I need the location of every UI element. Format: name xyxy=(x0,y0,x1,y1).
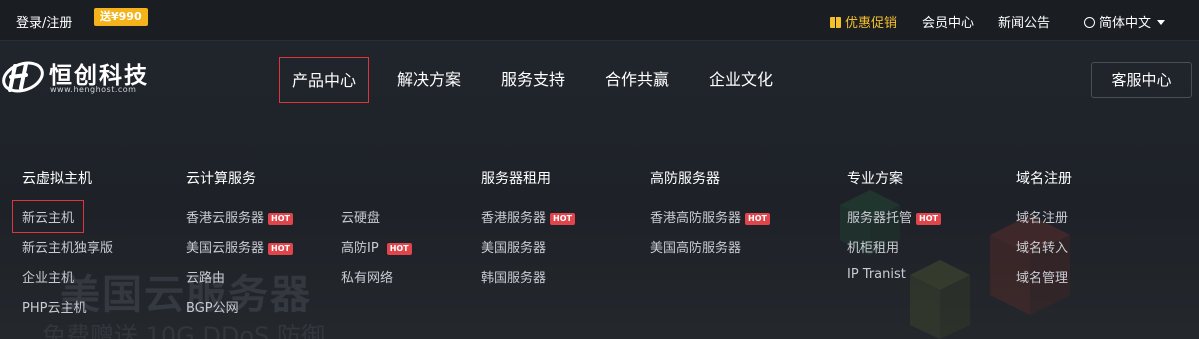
menu-link-cloud-disk[interactable]: 云硬盘 xyxy=(341,207,380,226)
hot-badge: HOT xyxy=(916,213,941,225)
menu-link-domain-manage[interactable]: 域名管理 xyxy=(1016,267,1068,286)
top-utility-bar: 登录/注册 送¥990 优惠促销 会员中心 新闻公告 简体中文 xyxy=(0,0,1199,41)
menu-link-new-cloud-host[interactable]: 新云主机 xyxy=(12,200,85,233)
products-mega-menu: 云虚拟主机 新云主机 新云主机独享版 企业主机 PHP云主机 云计算服务 香港云… xyxy=(0,160,1199,339)
column-title: 云计算服务 xyxy=(186,171,256,187)
language-label: 简体中文 xyxy=(1099,16,1152,31)
customer-service-button[interactable]: 客服中心 xyxy=(1091,62,1192,98)
menu-link-domain-register[interactable]: 域名注册 xyxy=(1016,207,1068,226)
column-title: 域名注册 xyxy=(1016,171,1072,187)
hot-badge: HOT xyxy=(745,213,770,225)
column-title: 云虚拟主机 xyxy=(22,171,92,187)
menu-link-bgp-network[interactable]: BGP公网 xyxy=(186,297,239,316)
menu-link-label: 高防IP xyxy=(341,241,379,256)
menu-link-domain-transfer[interactable]: 域名转入 xyxy=(1016,237,1068,256)
column-title: 高防服务器 xyxy=(650,171,720,187)
member-center-link[interactable]: 会员中心 xyxy=(922,12,974,31)
menu-link-ip-transit[interactable]: IP Tranist xyxy=(847,267,906,282)
menu-link-private-network[interactable]: 私有网络 xyxy=(341,267,393,286)
column-title: 专业方案 xyxy=(847,171,903,187)
menu-link-us-ddos-server[interactable]: 美国高防服务器 xyxy=(650,237,741,256)
page-root: 美国云服务器 免费赠送 10G DDoS 防御 登录/注册 送¥990 优惠促销… xyxy=(0,0,1199,339)
news-link[interactable]: 新闻公告 xyxy=(998,12,1050,31)
menu-link-enterprise-host[interactable]: 企业主机 xyxy=(22,267,74,286)
menu-link-label: 美国云服务器 xyxy=(186,241,265,256)
hot-badge: HOT xyxy=(268,213,293,225)
menu-link-cabinet-rental[interactable]: 机柜租用 xyxy=(847,237,899,256)
nav-partnership[interactable]: 合作共赢 xyxy=(605,57,669,103)
hot-badge: HOT xyxy=(550,213,575,225)
menu-link-label: 服务器托管 xyxy=(847,211,913,226)
column-title: 服务器租用 xyxy=(481,171,551,187)
menu-link-us-server[interactable]: 美国服务器 xyxy=(481,237,546,256)
nav-culture[interactable]: 企业文化 xyxy=(709,57,773,103)
login-register-link[interactable]: 登录/注册 xyxy=(16,12,72,31)
menu-link-label: 香港云服务器 xyxy=(186,211,265,226)
promotions-link[interactable]: 优惠促销 xyxy=(830,12,897,31)
menu-link-colocation[interactable]: 服务器托管 HOT xyxy=(847,207,941,226)
chevron-down-icon xyxy=(1157,20,1166,25)
menu-link-label: 香港服务器 xyxy=(481,211,547,226)
logo-h-icon xyxy=(2,61,44,93)
menu-link-kr-server[interactable]: 韩国服务器 xyxy=(481,267,546,286)
menu-link-dedicated-cloud-host[interactable]: 新云主机独享版 xyxy=(22,237,113,256)
menu-link-ddos-ip[interactable]: 高防IP HOT xyxy=(341,237,412,256)
menu-link-hk-cloud-server[interactable]: 香港云服务器 HOT xyxy=(186,207,293,226)
promotions-label: 优惠促销 xyxy=(845,16,898,31)
menu-link-php-cloud-host[interactable]: PHP云主机 xyxy=(22,297,86,316)
logo-url: www.henghost.com xyxy=(50,85,137,94)
hot-badge: HOT xyxy=(386,243,412,255)
hot-badge: HOT xyxy=(268,243,293,255)
menu-link-cloud-router[interactable]: 云路由 xyxy=(186,267,225,286)
promo-badge[interactable]: 送¥990 xyxy=(94,8,148,26)
menu-link-us-cloud-server[interactable]: 美国云服务器 HOT xyxy=(186,237,293,256)
menu-link-hk-server[interactable]: 香港服务器 HOT xyxy=(481,207,575,226)
nav-solutions[interactable]: 解决方案 xyxy=(397,57,461,103)
menu-link-label: 香港高防服务器 xyxy=(650,211,742,226)
nav-support[interactable]: 服务支持 xyxy=(501,57,565,103)
gift-icon xyxy=(830,17,841,28)
menu-link-hk-ddos-server[interactable]: 香港高防服务器 HOT xyxy=(650,207,770,226)
nav-products[interactable]: 产品中心 xyxy=(279,57,370,103)
language-switcher[interactable]: 简体中文 xyxy=(1084,12,1166,31)
globe-icon xyxy=(1084,17,1095,28)
